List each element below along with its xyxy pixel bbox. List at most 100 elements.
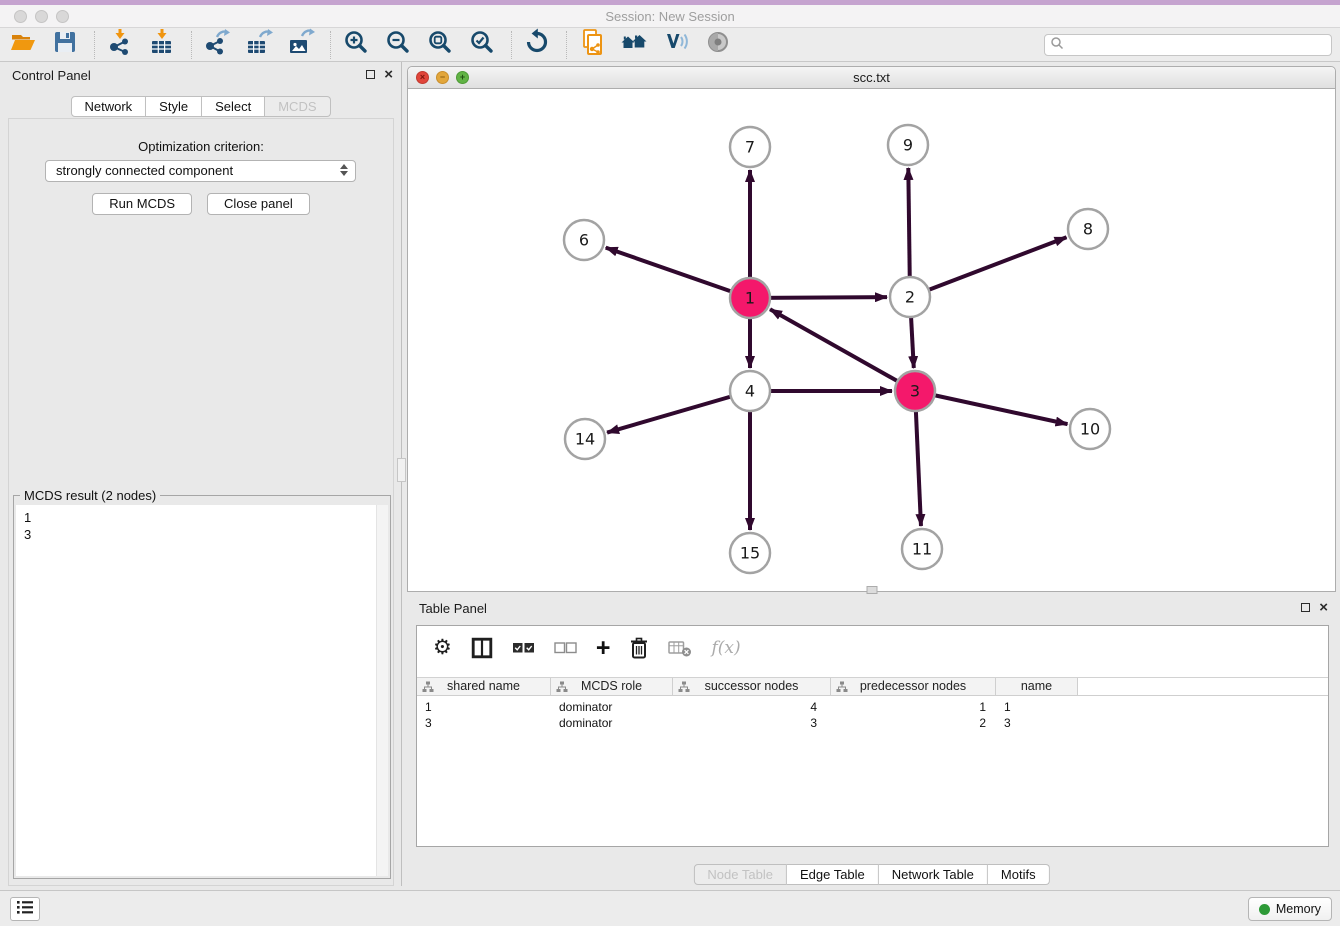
import-table-button[interactable] [147,30,177,60]
eye-icon [704,28,732,61]
create-column-icon[interactable]: + [596,638,611,658]
mcds-result-textarea[interactable]: 1 3 [16,505,388,876]
graph-node-label-9: 9 [903,136,913,155]
toolbar-separator [94,31,95,59]
show-hide-details-button[interactable] [703,30,733,60]
graph-node-label-4: 4 [745,382,755,401]
tab-select[interactable]: Select [202,96,265,117]
export-image-button[interactable] [286,30,316,60]
graph-edge-4-14[interactable] [607,391,750,433]
search-input[interactable] [1068,38,1323,52]
first-neighbors-button[interactable] [619,30,649,60]
zoom-fit-button[interactable] [425,30,455,60]
column-header-predecessor-nodes[interactable]: predecessor nodes [831,678,996,695]
floppy-disk-icon [51,28,79,61]
float-panel-icon[interactable] [366,70,375,79]
main-titlebar: Session: New Session [0,5,1340,28]
zoom-selected-button[interactable] [467,30,497,60]
graph-edge-3-10[interactable] [915,391,1068,424]
delete-columns-icon[interactable] [629,637,649,660]
graph-node-label-7: 7 [745,138,755,157]
table-row[interactable]: 3 dominator 3 2 3 [417,715,1328,731]
panel-splitter-handle[interactable] [397,458,406,482]
graph-edge-2-8[interactable] [910,237,1067,297]
list-icon [16,899,34,920]
zoom-in-button[interactable] [341,30,371,60]
unselect-all-columns-icon[interactable] [554,641,577,655]
optimization-criterion-label: Optimization criterion: [9,139,393,154]
tab-network[interactable]: Network [70,96,146,117]
cell-predecessor-nodes[interactable]: 1 [831,699,986,715]
cell-predecessor-nodes[interactable]: 2 [831,715,986,731]
export-image-icon [287,28,315,61]
tab-mcds[interactable]: MCDS [265,96,330,117]
graph-node-label-11: 11 [912,540,932,559]
graph-edge-1-6[interactable] [606,248,750,298]
memory-label: Memory [1276,902,1321,916]
search-field[interactable] [1044,34,1332,56]
table-toolbar: ⚙ + f(x) [417,626,1328,670]
apply-layout-button[interactable] [522,30,552,60]
cell-successor-nodes[interactable]: 3 [673,715,817,731]
cell-name[interactable]: 3 [1004,715,1011,731]
select-all-columns-icon[interactable] [512,641,535,655]
tab-style[interactable]: Style [146,96,202,117]
import-network-icon [106,28,134,61]
optimization-criterion-value: strongly connected component [56,163,233,178]
network-window-titlebar[interactable]: × − + scc.txt [408,67,1335,89]
cell-mcds-role[interactable]: dominator [559,715,612,731]
column-header-name[interactable]: name [996,678,1078,695]
cell-mcds-role[interactable]: dominator [559,699,612,715]
export-network-button[interactable] [202,30,232,60]
mcds-result-scrollbar[interactable] [376,505,388,876]
export-table-icon [245,28,273,61]
export-table-button[interactable] [244,30,274,60]
column-header-successor-nodes[interactable]: successor nodes [673,678,831,695]
tab-node-table[interactable]: Node Table [693,864,787,885]
hierarchy-icon [422,681,434,698]
network-resize-handle[interactable] [866,586,877,594]
network-graph: 7968124314101511 [408,89,1335,591]
cell-shared-name[interactable]: 3 [425,715,432,731]
tab-edge-table[interactable]: Edge Table [787,864,879,885]
delete-table-icon-disabled [668,640,692,657]
show-columns-icon[interactable] [471,637,493,659]
close-panel-button[interactable]: Close panel [207,193,310,215]
network-window-title: scc.txt [408,70,1335,85]
float-panel-icon[interactable] [1301,603,1310,612]
zoom-out-button[interactable] [383,30,413,60]
cell-successor-nodes[interactable]: 4 [673,699,817,715]
graph-node-label-1: 1 [745,289,755,308]
column-header-mcds-role[interactable]: MCDS role [551,678,673,695]
table-row[interactable]: 1 dominator 4 1 1 [417,699,1328,715]
close-panel-icon[interactable]: × [1319,602,1328,613]
network-canvas[interactable]: 7968124314101511 [408,89,1335,591]
application-window: Session: New Session [0,0,1340,926]
clone-network-button[interactable] [577,30,607,60]
open-session-button[interactable] [8,30,38,60]
import-table-icon [148,28,176,61]
task-history-button[interactable] [10,897,40,921]
tab-motifs[interactable]: Motifs [988,864,1050,885]
session-title: Session: New Session [0,9,1340,24]
zoom-fit-icon [426,28,454,61]
main-toolbar [0,28,1340,62]
import-network-button[interactable] [105,30,135,60]
close-panel-icon[interactable]: × [384,69,393,80]
cell-name[interactable]: 1 [1004,699,1011,715]
status-bar: Memory [0,890,1340,926]
save-session-button[interactable] [50,30,80,60]
column-header-shared-name[interactable]: shared name [417,678,551,695]
table-settings-gear-icon[interactable]: ⚙ [433,637,452,659]
vizmapper-button[interactable] [661,30,691,60]
run-mcds-button[interactable]: Run MCDS [92,193,192,215]
memory-button[interactable]: Memory [1248,897,1332,921]
tab-network-table[interactable]: Network Table [879,864,988,885]
function-builder-icon-disabled: f(x) [711,638,740,658]
graph-edge-3-1[interactable] [770,309,915,391]
zoom-in-icon [342,28,370,61]
table-panel: Table Panel × ⚙ + f(x) shared name [407,595,1336,886]
cell-shared-name[interactable]: 1 [425,699,432,715]
optimization-criterion-select[interactable]: strongly connected component [45,160,356,182]
toolbar-separator [511,31,512,59]
